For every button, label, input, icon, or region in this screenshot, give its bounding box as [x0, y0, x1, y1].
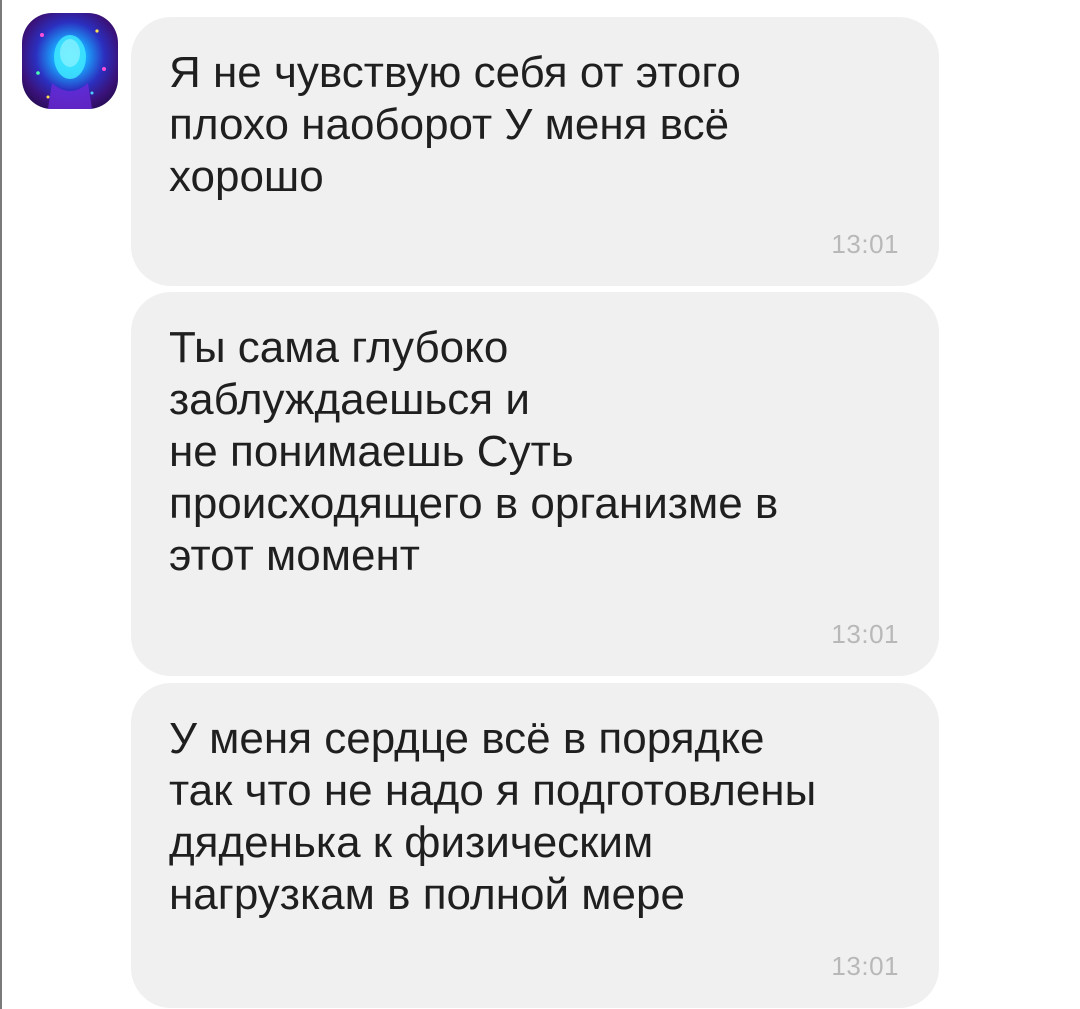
message-text: У меня сердце всё в порядке так что не н… — [169, 714, 817, 919]
user-avatar-icon[interactable] — [22, 13, 118, 109]
message-bubble[interactable]: У меня сердце всё в порядке так что не н… — [131, 683, 939, 1008]
message-text: Ты сама глубоко заблуждаешься и не поним… — [169, 323, 779, 580]
message-bubble[interactable]: Я не чувствую себя от этого плохо наобор… — [131, 17, 939, 286]
message-timestamp: 13:01 — [831, 619, 899, 649]
message-timestamp: 13:01 — [831, 229, 899, 259]
avatar-artwork — [36, 29, 106, 109]
message-bubble[interactable]: Ты сама глубоко заблуждаешься и не поним… — [131, 292, 939, 676]
message-text: Я не чувствую себя от этого плохо наобор… — [169, 48, 741, 201]
left-divider — [0, 0, 2, 1009]
message-timestamp: 13:01 — [831, 951, 899, 981]
